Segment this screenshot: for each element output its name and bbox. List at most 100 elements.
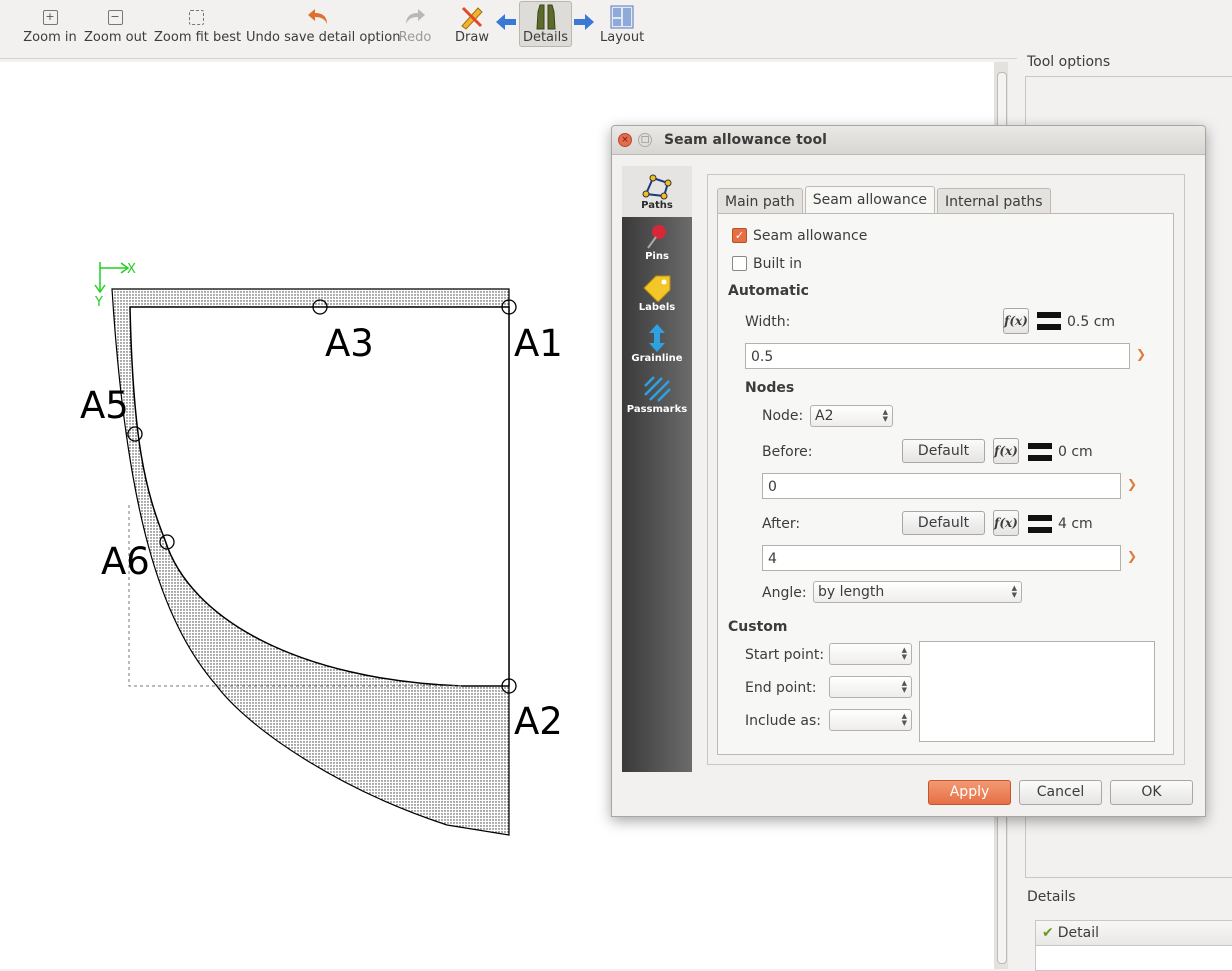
arrow-left-icon	[496, 14, 516, 30]
point-a2-label: A2	[514, 700, 563, 743]
after-fx-button[interactable]: f(x)	[993, 510, 1019, 536]
point-a6-label: A6	[101, 540, 150, 583]
spin-arrows-icon: ▲ ▼	[901, 646, 907, 661]
tab-seam-allowance[interactable]: Seam allowance	[804, 186, 936, 214]
after-value: 4 cm	[1058, 516, 1093, 532]
redo-label: Redo	[398, 30, 432, 45]
spin-arrows-icon: ▲ ▼	[901, 679, 907, 694]
zoom-fit-best-button[interactable]: Zoom fit best	[154, 4, 242, 46]
spin-arrows-icon: ▲ ▼	[901, 712, 907, 727]
details-table[interactable]: ✔ Detail	[1035, 920, 1232, 971]
node-select-value: A2	[815, 408, 834, 424]
dialog-titlebar: × □ Seam allowance tool	[612, 126, 1205, 155]
after-label: After:	[762, 516, 801, 532]
dialog-sidebar: Paths Pins Labels Grainline Passmarks	[622, 166, 692, 772]
arrow-right-icon	[574, 14, 594, 30]
undo-label: Undo save detail option	[246, 30, 401, 45]
details-title: Details	[1027, 889, 1076, 905]
sidebar-item-passmarks[interactable]: Passmarks	[622, 370, 692, 421]
close-icon[interactable]: ×	[618, 133, 632, 147]
sidebar-item-grainline[interactable]: Grainline	[622, 319, 692, 370]
grainline-arrow-icon	[649, 324, 665, 352]
zoom-fit-label: Zoom fit best	[154, 30, 242, 45]
before-fx-button[interactable]: f(x)	[993, 438, 1019, 464]
built-in-label: Built in	[753, 256, 802, 272]
width-formula-input[interactable]: 0.5	[745, 343, 1130, 369]
after-formula-input[interactable]: 4	[762, 545, 1121, 571]
draw-label: Draw	[455, 30, 489, 45]
maximize-icon[interactable]: □	[638, 133, 652, 147]
sidebar-item-labels-label: Labels	[638, 302, 676, 313]
dialog-title: Seam allowance tool	[664, 132, 827, 148]
start-point-select[interactable]: ▲ ▼	[829, 643, 912, 665]
cancel-button[interactable]: Cancel	[1019, 780, 1102, 805]
automatic-heading: Automatic	[728, 283, 809, 299]
sidebar-item-paths-label: Paths	[641, 200, 673, 211]
details-table-header[interactable]: ✔ Detail	[1036, 921, 1232, 946]
before-label: Before:	[762, 444, 813, 460]
end-point-label: End point:	[745, 680, 817, 696]
sidebar-item-passmarks-label: Passmarks	[626, 404, 688, 415]
spin-arrows-icon: ▲ ▼	[1011, 584, 1017, 599]
angle-select[interactable]: by length ▲ ▼	[813, 581, 1022, 603]
check-icon: ✔	[1042, 925, 1054, 941]
width-fx-button[interactable]: f(x)	[1003, 308, 1029, 334]
after-default-button[interactable]: Default	[902, 511, 985, 535]
layout-mode-button[interactable]: Layout	[600, 4, 644, 46]
spin-arrows-icon: ▲ ▼	[882, 408, 888, 423]
ok-button[interactable]: OK	[1110, 780, 1193, 805]
point-a1-label: A1	[514, 322, 563, 365]
zoom-in-label: Zoom in	[23, 30, 77, 45]
end-point-select[interactable]: ▲ ▼	[829, 676, 912, 698]
nodes-heading: Nodes	[745, 380, 795, 396]
point-a5-label: A5	[80, 384, 129, 427]
after-equals-icon	[1028, 515, 1052, 533]
tool-options-title: Tool options	[1027, 54, 1111, 70]
width-value: 0.5 cm	[1067, 314, 1116, 330]
point-a3-label: A3	[325, 322, 374, 365]
node-select[interactable]: A2 ▲ ▼	[810, 405, 893, 427]
zoom-in-icon: +	[42, 9, 58, 25]
axis-y-label: Y	[94, 295, 103, 310]
paths-icon	[642, 174, 672, 200]
pencil-ruler-icon	[461, 6, 483, 30]
redo-button[interactable]: Redo	[396, 4, 434, 46]
undo-icon	[308, 9, 327, 24]
zoom-out-label: Zoom out	[84, 30, 147, 45]
seam-allowance-tab-pane: ✓ Seam allowance Built in Automatic Widt…	[717, 213, 1174, 755]
before-formula-input[interactable]: 0	[762, 473, 1121, 499]
angle-label: Angle:	[762, 585, 807, 601]
node-label: Node:	[762, 408, 804, 424]
width-equals-icon	[1037, 312, 1061, 330]
apply-button[interactable]: Apply	[928, 780, 1011, 805]
sidebar-item-labels[interactable]: Labels	[622, 268, 692, 319]
sidebar-item-grainline-label: Grainline	[631, 353, 683, 364]
include-as-select[interactable]: ▲ ▼	[829, 709, 912, 731]
zoom-fit-icon	[188, 9, 204, 25]
width-expand-chevron-icon[interactable]: ❯	[1136, 347, 1146, 361]
width-label: Width:	[745, 314, 791, 330]
details-mode-button[interactable]: Details	[519, 1, 572, 47]
zoom-in-button[interactable]: + Zoom in	[22, 4, 78, 46]
before-equals-icon	[1028, 443, 1052, 461]
axis-x-label: X	[127, 262, 136, 277]
sidebar-item-paths[interactable]: Paths	[622, 166, 692, 217]
tab-internal-paths[interactable]: Internal paths	[937, 188, 1051, 213]
draw-mode-button[interactable]: Draw	[454, 4, 490, 46]
layout-icon	[610, 5, 634, 29]
seam-allowance-checkbox[interactable]: ✓	[732, 228, 747, 243]
details-label: Details	[522, 30, 569, 45]
custom-seam-allowance-list[interactable]	[919, 641, 1155, 742]
built-in-checkbox[interactable]	[732, 256, 747, 271]
label-tag-icon	[643, 275, 671, 302]
tab-main-path[interactable]: Main path	[717, 188, 803, 213]
before-expand-chevron-icon[interactable]: ❯	[1127, 477, 1137, 491]
pin-icon	[647, 225, 666, 249]
zoom-out-button[interactable]: − Zoom out	[84, 4, 147, 46]
sidebar-item-pins-label: Pins	[645, 251, 669, 262]
before-default-button[interactable]: Default	[902, 439, 985, 463]
dialog-tabs: Main path Seam allowance Internal paths	[717, 186, 1053, 214]
after-expand-chevron-icon[interactable]: ❯	[1127, 549, 1137, 563]
undo-button[interactable]: Undo save detail option	[246, 4, 401, 46]
sidebar-item-pins[interactable]: Pins	[622, 217, 692, 268]
